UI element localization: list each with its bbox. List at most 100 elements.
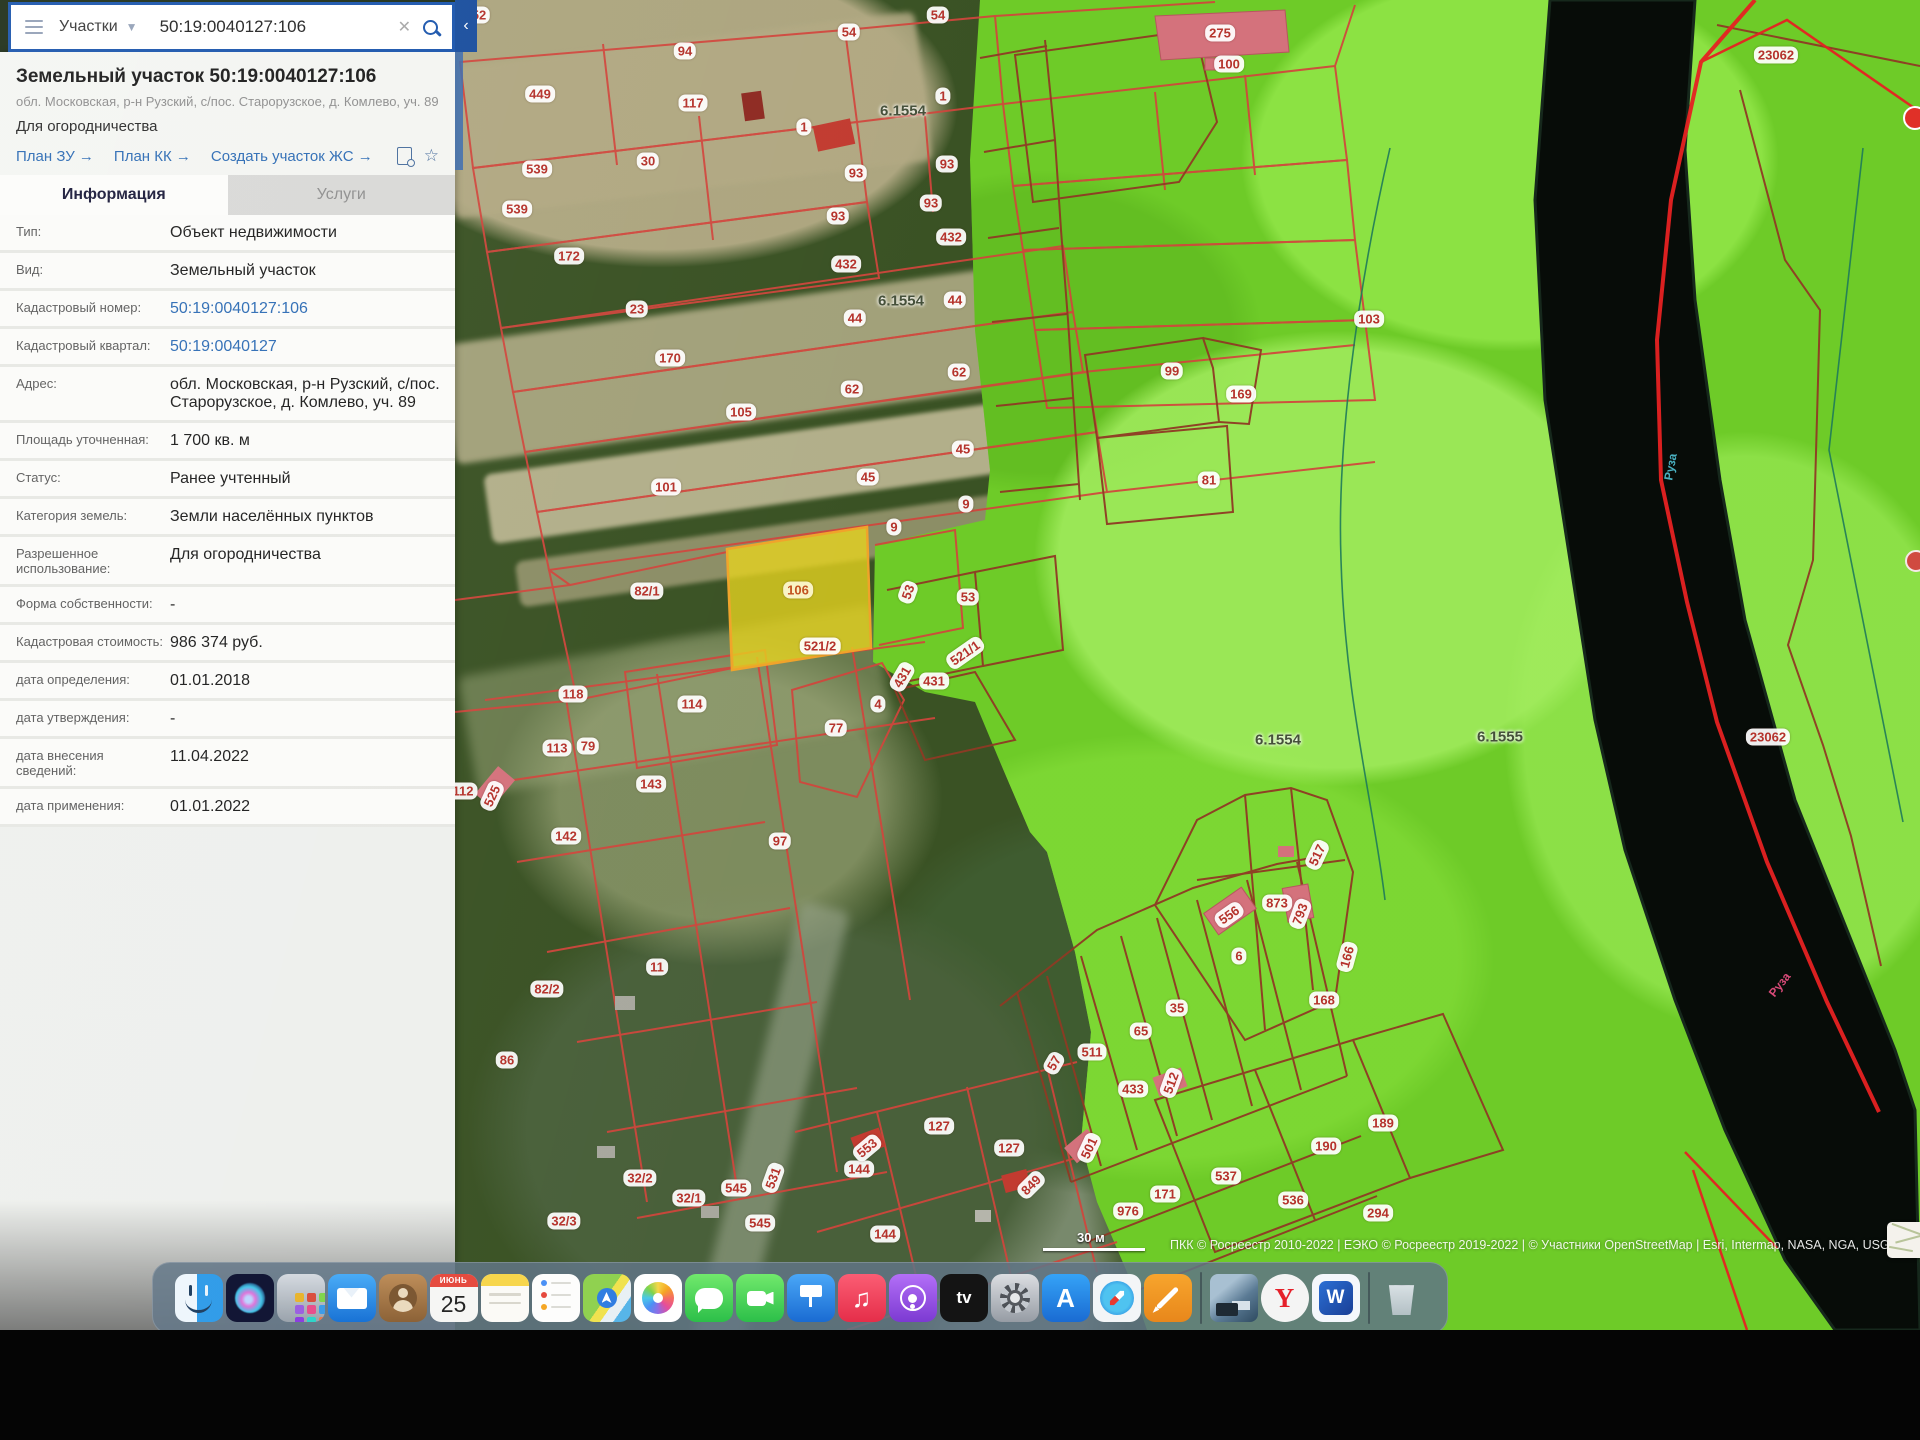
doc-search-icon[interactable] bbox=[397, 147, 412, 165]
dock-separator bbox=[1200, 1272, 1202, 1324]
map-scale-label: 30 м bbox=[1077, 1230, 1145, 1245]
parcel-label: 9 bbox=[886, 519, 901, 536]
parcel-label: 62 bbox=[841, 381, 863, 398]
info-panel: Земельный участок 50:19:0040127:106 обл.… bbox=[0, 52, 455, 1330]
parcel-label: 4 bbox=[870, 696, 885, 713]
parcel-label: 537 bbox=[1211, 1168, 1241, 1185]
cadastral-number-link[interactable]: 50:19:0040127:106 bbox=[164, 300, 442, 318]
messages-icon bbox=[695, 1288, 723, 1309]
parcel-label: 112 bbox=[455, 783, 477, 800]
info-row: Разрешенное использование:Для огородниче… bbox=[0, 537, 455, 587]
parcel-label: 45 bbox=[857, 469, 879, 486]
parcel-label: 118 bbox=[559, 686, 588, 703]
dock-pages[interactable] bbox=[1144, 1274, 1192, 1322]
parcel-usage: Для огородничества bbox=[16, 118, 439, 135]
dock-notes[interactable] bbox=[481, 1274, 529, 1322]
map-scale: 30 м bbox=[1043, 1230, 1145, 1251]
parcel-label: 976 bbox=[1113, 1203, 1143, 1220]
parcel-label: 35 bbox=[1166, 1000, 1188, 1017]
parcel-label: 170 bbox=[655, 350, 685, 367]
parcel-label: 100 bbox=[1214, 56, 1244, 73]
parcel-label: 93 bbox=[920, 195, 942, 212]
info-row: дата утверждения:- bbox=[0, 701, 455, 739]
search-input[interactable]: 50:19:0040127:106 bbox=[160, 17, 398, 37]
dock-finder[interactable] bbox=[175, 1274, 223, 1322]
parcel-label: 1 bbox=[935, 88, 950, 105]
dock-word[interactable]: W bbox=[1312, 1274, 1360, 1322]
panel-edge bbox=[455, 52, 463, 170]
parcel-label: 171 bbox=[1150, 1186, 1180, 1203]
map-marker-icon[interactable] bbox=[1905, 550, 1920, 572]
tv-label: tv bbox=[956, 1288, 971, 1308]
dock-siri[interactable] bbox=[226, 1274, 274, 1322]
parcel-label: 117 bbox=[679, 95, 708, 112]
dock-keynote[interactable] bbox=[787, 1274, 835, 1322]
search-category-select[interactable]: Участки bbox=[59, 18, 118, 36]
parcel-title: Земельный участок 50:19:0040127:106 bbox=[16, 66, 439, 88]
dock-facetime[interactable] bbox=[736, 1274, 784, 1322]
finder-icon bbox=[184, 1283, 214, 1313]
parcel-label: 32/3 bbox=[547, 1213, 580, 1230]
dock-launchpad[interactable] bbox=[277, 1274, 325, 1322]
star-icon[interactable]: ☆ bbox=[424, 148, 439, 164]
dock-yandex-browser[interactable]: Y bbox=[1261, 1274, 1309, 1322]
parcel-label: 873 bbox=[1262, 895, 1292, 912]
action-links: План ЗУ → План КК → Создать участок ЖС →… bbox=[0, 135, 455, 175]
parcel-label: 86 bbox=[496, 1052, 518, 1069]
info-row: Кадастровый квартал:50:19:0040127 bbox=[0, 329, 455, 367]
tab-information[interactable]: Информация bbox=[0, 175, 228, 215]
search-bar: Участки ▼ 50:19:0040127:106 ✕ bbox=[8, 2, 455, 52]
menu-icon[interactable] bbox=[25, 20, 43, 35]
plan-zu-link[interactable]: План ЗУ → bbox=[16, 148, 94, 165]
parcel-label: 539 bbox=[502, 201, 532, 218]
clear-search-icon[interactable]: ✕ bbox=[398, 17, 411, 37]
parcel-label: 449 bbox=[525, 86, 555, 103]
parcel-label: 81 bbox=[1198, 472, 1220, 489]
parcel-label: 113 bbox=[543, 740, 572, 757]
dock-reminders[interactable] bbox=[532, 1274, 580, 1322]
parcel-label: 432 bbox=[831, 256, 861, 273]
dock-trash[interactable] bbox=[1378, 1274, 1426, 1322]
parcel-label: 45 bbox=[952, 441, 974, 458]
parcel-label: 172 bbox=[554, 248, 584, 265]
dock-maps[interactable] bbox=[583, 1274, 631, 1322]
chevron-down-icon[interactable]: ▼ bbox=[126, 20, 138, 34]
map-canvas[interactable]: 5294449117545413015395399393939317243243… bbox=[455, 0, 1920, 1330]
parcel-label: 433 bbox=[1118, 1081, 1148, 1098]
create-parcel-link[interactable]: Создать участок ЖС → bbox=[211, 148, 373, 165]
overview-inset[interactable] bbox=[1887, 1222, 1920, 1258]
reminders-icon bbox=[541, 1280, 571, 1316]
dock-apple-tv[interactable]: tv bbox=[940, 1274, 988, 1322]
dock-photos[interactable] bbox=[634, 1274, 682, 1322]
map-marker-icon[interactable] bbox=[1903, 106, 1920, 130]
parcel-label: 536 bbox=[1278, 1192, 1308, 1209]
search-icon[interactable] bbox=[423, 20, 438, 35]
dock-messages[interactable] bbox=[685, 1274, 733, 1322]
dock-window-thumbnail[interactable] bbox=[1210, 1274, 1258, 1322]
parcel-label: 93 bbox=[827, 208, 849, 225]
dock-safari[interactable] bbox=[1093, 1274, 1141, 1322]
dock-podcasts[interactable] bbox=[889, 1274, 937, 1322]
cadastral-quarter-link[interactable]: 50:19:0040127 bbox=[164, 338, 442, 356]
plan-kk-link[interactable]: План КК → bbox=[114, 148, 191, 165]
trash-icon bbox=[1387, 1281, 1417, 1315]
parcel-label: 105 bbox=[726, 404, 756, 421]
dock-system-preferences[interactable] bbox=[991, 1274, 1039, 1322]
info-row: дата применения:01.01.2022 bbox=[0, 789, 455, 827]
dock-calendar[interactable]: ИЮНЬ 25 bbox=[430, 1274, 478, 1322]
screen: 5294449117545413015395399393939317243243… bbox=[0, 0, 1920, 1330]
collapse-panel-button[interactable]: ‹ bbox=[455, 0, 477, 52]
dock-music[interactable]: ♫ bbox=[838, 1274, 886, 1322]
parcel-label: 127 bbox=[924, 1118, 954, 1135]
dock-contacts[interactable] bbox=[379, 1274, 427, 1322]
maps-icon bbox=[597, 1288, 617, 1308]
parcel-label: 142 bbox=[551, 828, 581, 845]
tab-services[interactable]: Услуги bbox=[228, 175, 456, 215]
parcel-label: 127 bbox=[994, 1140, 1024, 1157]
parcel-label: 54 bbox=[927, 7, 949, 24]
mail-icon bbox=[337, 1288, 367, 1309]
app-store-icon: A bbox=[1056, 1283, 1075, 1314]
dock-mail[interactable] bbox=[328, 1274, 376, 1322]
info-row: Кадастровая стоимость:986 374 руб. bbox=[0, 625, 455, 663]
dock-app-store[interactable]: A bbox=[1042, 1274, 1090, 1322]
